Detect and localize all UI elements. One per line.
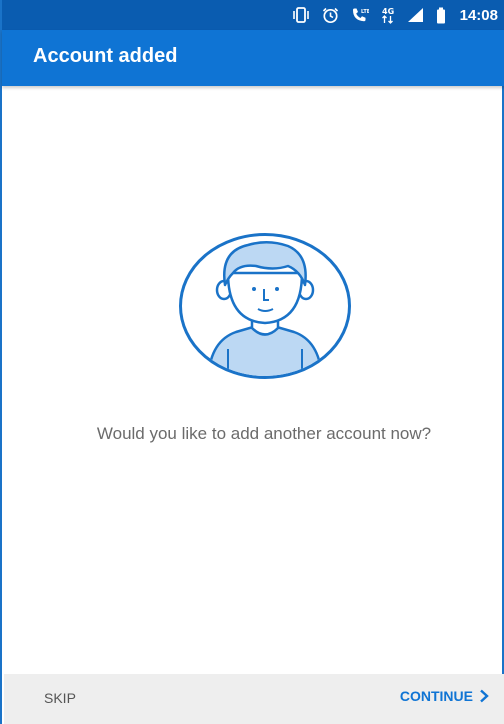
continue-button[interactable]: CONTINUE bbox=[400, 688, 489, 704]
app-bar: Account added bbox=[2, 30, 504, 86]
app-window: LTE 4G 14:08 Account added Would you lik… bbox=[0, 0, 504, 724]
status-bar: LTE 4G 14:08 bbox=[2, 0, 504, 30]
skip-button[interactable]: SKIP bbox=[44, 690, 76, 706]
status-icons: LTE 4G 14:08 bbox=[292, 0, 498, 30]
4g-data-icon: 4G bbox=[381, 6, 395, 24]
person-avatar-icon bbox=[178, 233, 352, 379]
continue-label: CONTINUE bbox=[399, 688, 473, 704]
alarm-icon bbox=[322, 7, 339, 24]
signal-icon bbox=[407, 7, 424, 23]
svg-text:LTE: LTE bbox=[361, 9, 369, 15]
page-title: Account added bbox=[33, 45, 178, 67]
volte-call-icon: LTE bbox=[351, 7, 369, 24]
chevron-right-icon bbox=[479, 689, 489, 703]
add-account-prompt: Would you like to add another account no… bbox=[96, 424, 432, 443]
svg-text:4G: 4G bbox=[382, 7, 394, 16]
battery-icon bbox=[436, 7, 446, 24]
status-time: 14:08 bbox=[459, 6, 498, 24]
vibrate-icon bbox=[292, 7, 310, 23]
bottom-action-bar: SKIP CONTINUE bbox=[4, 674, 504, 724]
